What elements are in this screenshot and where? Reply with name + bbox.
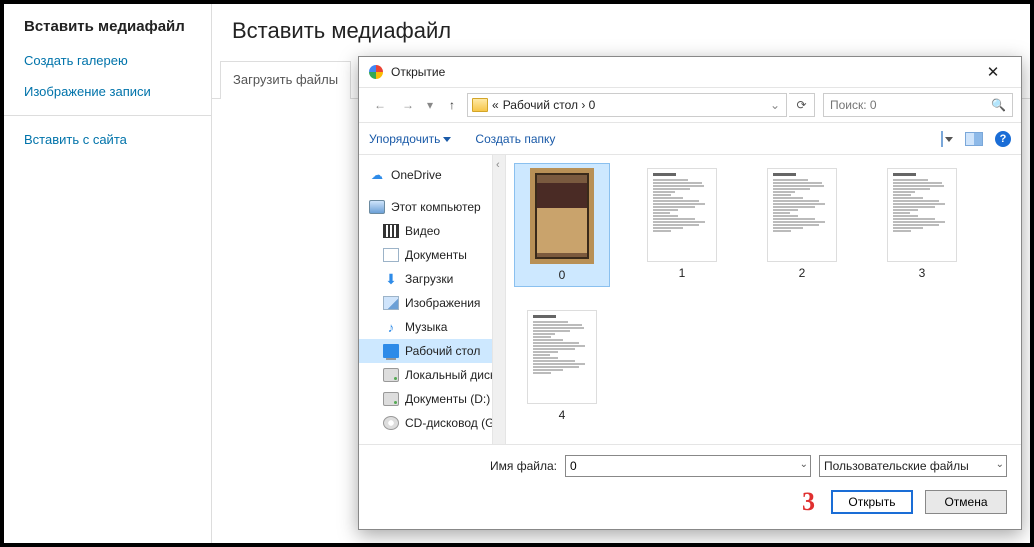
tree-this-pc[interactable]: Этот компьютер	[359, 195, 492, 219]
picture-icon	[383, 296, 399, 310]
tree-documents[interactable]: Документы	[359, 243, 492, 267]
history-dropdown[interactable]: ▾	[423, 92, 437, 118]
music-icon: ♪	[383, 320, 399, 334]
dialog-toolbar: Упорядочить Создать папку ?	[359, 123, 1021, 155]
view-menu[interactable]	[941, 132, 953, 146]
tree-local-disk[interactable]: Локальный диск	[359, 363, 492, 387]
address-bar[interactable]: « Рабочий стол › 0 ⌄	[467, 93, 787, 117]
back-button[interactable]: ←	[367, 92, 393, 118]
chevron-down-icon	[443, 137, 451, 142]
splitter-handle[interactable]	[493, 155, 506, 444]
drive-icon	[383, 392, 399, 406]
thumbnail-painting	[530, 168, 594, 264]
thumbnail-page	[887, 168, 957, 262]
tree-pictures[interactable]: Изображения	[359, 291, 492, 315]
breadcrumb-path: Рабочий стол › 0	[503, 98, 764, 112]
annotation-number: 3	[802, 487, 815, 517]
media-sidebar-title: Вставить медиафайл	[24, 18, 191, 35]
close-button[interactable]: ✕	[975, 57, 1011, 87]
up-button[interactable]: ↑	[439, 92, 465, 118]
document-icon	[383, 248, 399, 262]
preview-pane-button[interactable]	[965, 132, 983, 146]
file-open-dialog: Открытие ✕ ← → ▾ ↑ « Рабочий стол › 0 ⌄ …	[358, 56, 1022, 530]
media-main-title: Вставить медиафайл	[212, 4, 1030, 60]
thumbnail-page	[767, 168, 837, 262]
thumbnail-page	[647, 168, 717, 262]
filename-input[interactable]	[570, 456, 806, 476]
chevron-down-icon: ⌄	[996, 459, 1004, 470]
file-name: 3	[919, 266, 926, 280]
tree-videos[interactable]: Видео	[359, 219, 492, 243]
file-name: 4	[559, 408, 566, 422]
link-insert-from-url[interactable]: Вставить с сайта	[24, 132, 191, 147]
link-create-gallery[interactable]: Создать галерею	[24, 53, 191, 68]
cancel-button[interactable]: Отмена	[925, 490, 1007, 514]
file-name: 1	[679, 266, 686, 280]
download-icon: ⬇	[383, 272, 399, 286]
help-button[interactable]: ?	[995, 131, 1011, 147]
organize-menu[interactable]: Упорядочить	[369, 132, 451, 146]
folder-icon	[472, 98, 488, 112]
search-box[interactable]: 🔍	[823, 93, 1013, 117]
desktop-icon	[383, 344, 399, 358]
file-item[interactable]: 3	[874, 163, 970, 287]
nav-tree: ☁OneDrive Этот компьютер Видео Документы…	[359, 155, 493, 444]
cloud-icon: ☁	[369, 168, 385, 182]
chrome-icon	[369, 65, 383, 79]
media-sidebar: Вставить медиафайл Создать галерею Изобр…	[4, 4, 212, 543]
cd-icon	[383, 416, 399, 430]
address-dropdown-icon[interactable]: ⌄	[768, 93, 782, 117]
dialog-title: Открытие	[391, 65, 445, 79]
file-item[interactable]: 2	[754, 163, 850, 287]
file-item[interactable]: 0	[514, 163, 610, 287]
drive-icon	[383, 368, 399, 382]
tree-music[interactable]: ♪Музыка	[359, 315, 492, 339]
tab-upload-files[interactable]: Загрузить файлы	[220, 61, 351, 99]
file-name: 0	[559, 268, 566, 282]
refresh-button[interactable]: ⟳	[789, 93, 815, 117]
file-name: 2	[799, 266, 806, 280]
dialog-navbar: ← → ▾ ↑ « Рабочий стол › 0 ⌄ ⟳ 🔍	[359, 87, 1021, 123]
chevron-down-icon	[945, 137, 953, 142]
file-item[interactable]: 1	[634, 163, 730, 287]
filetype-combo[interactable]: Пользовательские файлы ⌄	[819, 455, 1007, 477]
file-item[interactable]: 4	[514, 305, 610, 427]
dialog-titlebar: Открытие ✕	[359, 57, 1021, 87]
forward-button[interactable]: →	[395, 92, 421, 118]
filetype-value: Пользовательские файлы	[824, 459, 969, 473]
new-folder-button[interactable]: Создать папку	[475, 132, 555, 146]
tree-onedrive[interactable]: ☁OneDrive	[359, 163, 492, 187]
tree-downloads[interactable]: ⬇Загрузки	[359, 267, 492, 291]
breadcrumb-prefix: «	[492, 98, 499, 112]
tree-docs-d[interactable]: Документы (D:)	[359, 387, 492, 411]
thumbnail-page	[527, 310, 597, 404]
filename-label: Имя файла:	[490, 459, 557, 473]
search-icon: 🔍	[991, 98, 1006, 112]
filename-combo[interactable]: ⌄	[565, 455, 811, 477]
dialog-body: ☁OneDrive Этот компьютер Видео Документы…	[359, 155, 1021, 444]
tree-desktop[interactable]: Рабочий стол	[359, 339, 492, 363]
monitor-icon	[369, 200, 385, 214]
link-featured-image[interactable]: Изображение записи	[24, 84, 191, 99]
dialog-footer: Имя файла: ⌄ Пользовательские файлы ⌄ 3 …	[359, 444, 1021, 529]
view-icon	[941, 131, 943, 147]
open-button[interactable]: Открыть	[831, 490, 913, 514]
file-grid: 0 1 2 3 4	[506, 155, 1021, 444]
search-input[interactable]	[830, 98, 991, 112]
tree-cd[interactable]: CD-дисковод (G:)	[359, 411, 492, 435]
film-icon	[383, 224, 399, 238]
